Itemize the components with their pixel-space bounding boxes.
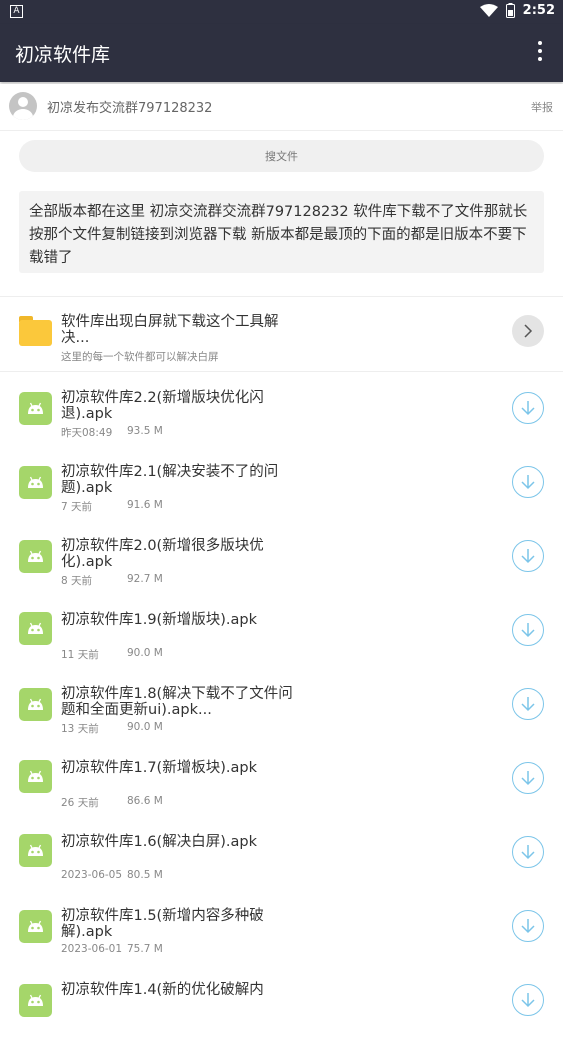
file-row[interactable]: 初凉软件库2.1(解决安装不了的问题).apk 7 天前 91.6 M (0, 463, 563, 537)
file-name: 初凉软件库1.8(解决下载不了文件问题和全面更新ui).apk... (61, 686, 293, 718)
search-input[interactable]: 搜文件 (19, 140, 544, 172)
download-button[interactable] (512, 466, 544, 498)
battery-icon (505, 3, 515, 18)
android-apk-icon (19, 392, 52, 425)
download-button[interactable] (512, 688, 544, 720)
folder-name: 软件库出现白屏就下载这个工具解决... (61, 314, 279, 346)
file-row[interactable]: 初凉软件库2.0(新增很多版块优化).apk 8 天前 92.7 M (0, 537, 563, 611)
notification-icon: A (10, 5, 23, 18)
android-apk-icon (19, 612, 52, 645)
android-apk-icon (19, 466, 52, 499)
clock: 2:52 (522, 3, 555, 18)
file-date: 昨天08:49 (61, 427, 113, 439)
search-placeholder: 搜文件 (265, 150, 298, 163)
status-bar: A 2:52 (0, 0, 563, 24)
file-name: 初凉软件库2.2(新增版块优化闪退).apk (61, 390, 264, 422)
file-name: 初凉软件库2.1(解决安装不了的问题).apk (61, 464, 279, 496)
file-date: 13 天前 (61, 723, 99, 735)
file-size: 91.6 M (127, 499, 163, 511)
file-size: 90.0 M (127, 647, 163, 659)
wifi-icon (479, 3, 498, 17)
file-date: 8 天前 (61, 575, 93, 587)
android-apk-icon (19, 760, 52, 793)
file-name: 初凉软件库1.4(新的优化破解内 (61, 982, 264, 998)
file-size: 86.6 M (127, 795, 163, 807)
divider (0, 371, 563, 372)
file-name: 初凉软件库1.9(新增版块).apk (61, 612, 257, 628)
file-name: 初凉软件库1.7(新增板块).apk (61, 760, 257, 776)
file-size: 90.0 M (127, 721, 163, 733)
file-size: 93.5 M (127, 425, 163, 437)
download-arrow-icon (521, 475, 535, 490)
file-name: 初凉软件库1.6(解决白屏).apk (61, 834, 257, 850)
avatar[interactable] (9, 92, 37, 120)
app-bar: 初凉软件库 (0, 24, 563, 82)
download-arrow-icon (521, 549, 535, 564)
file-row[interactable]: 初凉软件库1.9(新增版块).apk 11 天前 90.0 M (0, 611, 563, 685)
download-arrow-icon (521, 845, 535, 860)
android-apk-icon (19, 688, 52, 721)
notice-box: 全部版本都在这里 初凉交流群交流群797128232 软件库下载不了文件那就长按… (19, 191, 544, 273)
download-arrow-icon (521, 919, 535, 934)
download-button[interactable] (512, 392, 544, 424)
file-date: 2023-06-05 (61, 869, 123, 881)
folder-icon (19, 316, 52, 346)
app-title: 初凉软件库 (15, 44, 111, 66)
android-apk-icon (19, 834, 52, 867)
file-date: 7 天前 (61, 501, 93, 513)
file-row[interactable]: 初凉软件库1.8(解决下载不了文件问题和全面更新ui).apk... 13 天前 9… (0, 685, 563, 759)
folder-row[interactable]: 软件库出现白屏就下载这个工具解决... 这里的每一个软件都可以解决白屏 (0, 313, 563, 387)
divider (0, 296, 563, 297)
file-size: 92.7 M (127, 573, 163, 585)
file-date: 11 天前 (61, 649, 99, 661)
file-name: 初凉软件库2.0(新增很多版块优化).apk (61, 538, 264, 570)
download-button[interactable] (512, 836, 544, 868)
android-apk-icon (19, 910, 52, 943)
file-date: 26 天前 (61, 797, 99, 809)
more-vert-icon[interactable] (537, 41, 543, 61)
file-name: 初凉软件库1.5(新增内容多种破解).apk (61, 908, 264, 940)
download-button[interactable] (512, 540, 544, 572)
download-button[interactable] (512, 614, 544, 646)
download-arrow-icon (521, 697, 535, 712)
download-button[interactable] (512, 984, 544, 1016)
file-row[interactable]: 初凉软件库1.6(解决白屏).apk 2023-06-05 80.5 M (0, 833, 563, 907)
download-arrow-icon (521, 623, 535, 638)
report-button[interactable]: 举报 (531, 99, 553, 115)
download-arrow-icon (521, 771, 535, 786)
file-date: 2023-06-01 (61, 943, 123, 955)
file-size: 75.7 M (127, 943, 163, 955)
download-button[interactable] (512, 910, 544, 942)
download-arrow-icon (521, 401, 535, 416)
file-row[interactable]: 初凉软件库1.7(新增板块).apk 26 天前 86.6 M (0, 759, 563, 833)
uploader-name[interactable]: 初凉发布交流群797128232 (47, 97, 212, 116)
chevron-right-icon (524, 324, 533, 338)
download-arrow-icon (521, 993, 535, 1008)
uploader-bar: 初凉发布交流群797128232 举报 (0, 84, 563, 131)
file-row[interactable]: 初凉软件库1.5(新增内容多种破解).apk 2023-06-01 75.7 M (0, 907, 563, 981)
notice-text: 全部版本都在这里 初凉交流群交流群797128232 软件库下载不了文件那就长按… (29, 204, 528, 266)
folder-subtitle: 这里的每一个软件都可以解决白屏 (61, 351, 219, 363)
open-folder-button[interactable] (512, 315, 544, 347)
file-size: 80.5 M (127, 869, 163, 881)
file-row[interactable]: 初凉软件库2.2(新增版块优化闪退).apk 昨天08:49 93.5 M (0, 389, 563, 463)
download-button[interactable] (512, 762, 544, 794)
android-apk-icon (19, 984, 52, 1017)
file-row[interactable]: 初凉软件库1.4(新的优化破解内 (0, 981, 563, 1055)
android-apk-icon (19, 540, 52, 573)
